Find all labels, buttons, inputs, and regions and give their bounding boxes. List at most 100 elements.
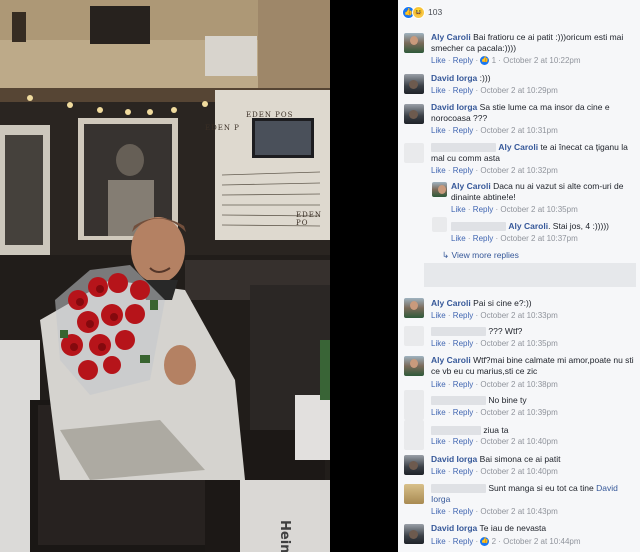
comment-actions: Like · Reply · October 2 at 10:33pm xyxy=(431,311,558,320)
comment-text: Sunt manga si eu tot ca tine xyxy=(488,483,594,493)
reply-link[interactable]: Reply xyxy=(453,408,473,417)
view-more-replies-link[interactable]: ↳ View more replies xyxy=(442,250,519,261)
comment-actions: Like · Reply · October 2 at 10:39pm xyxy=(431,408,558,417)
reply-link[interactable]: Reply xyxy=(453,86,473,95)
reply-link[interactable]: Reply xyxy=(453,166,473,175)
comment-actions: Like · Reply · October 2 at 10:35pm xyxy=(451,205,578,214)
comment-author[interactable]: David Iorga xyxy=(431,523,477,533)
reply-link[interactable]: Reply xyxy=(453,507,473,516)
like-count-icon: 👍 xyxy=(480,56,490,66)
comment-mention[interactable]: Aly Caroli xyxy=(498,142,538,152)
reaction-summary[interactable]: 👍 😆 103 xyxy=(402,5,442,19)
comment-time[interactable]: October 2 at 10:43pm xyxy=(480,507,557,516)
sign-heineken: Heineke xyxy=(277,520,292,552)
sign-eden-2: EDEN POS xyxy=(246,111,294,119)
avatar[interactable] xyxy=(404,33,424,53)
like-link[interactable]: Like xyxy=(431,86,446,95)
comment-text: :))) xyxy=(479,73,491,83)
comment-author[interactable]: Aly Caroli xyxy=(431,298,471,308)
comment-time[interactable]: October 2 at 10:35pm xyxy=(500,205,577,214)
comment-author[interactable]: Aly Caroli xyxy=(451,181,491,191)
comment-text: Bai simona ce ai patit xyxy=(479,454,561,464)
comment-author[interactable]: Aly Caroli xyxy=(431,355,471,365)
reply-link[interactable]: Reply xyxy=(453,380,473,389)
like-link[interactable]: Like xyxy=(431,339,446,348)
comment-time[interactable]: October 2 at 10:37pm xyxy=(500,234,577,243)
comment-time[interactable]: October 2 at 10:32pm xyxy=(480,166,557,175)
reply-body: Aly Caroli. Stai jos, 4 :))))) xyxy=(451,221,636,232)
comment-time[interactable]: October 2 at 10:38pm xyxy=(480,380,557,389)
like-link[interactable]: Like xyxy=(431,126,446,135)
like-link[interactable]: Like xyxy=(431,408,446,417)
reply-link[interactable]: Reply xyxy=(473,205,493,214)
avatar[interactable] xyxy=(404,143,424,163)
comment-actions: Like · Reply · October 2 at 10:31pm xyxy=(431,126,558,135)
like-link[interactable]: Like xyxy=(431,166,446,175)
comment-body: No bine ty xyxy=(431,395,636,406)
like-link[interactable]: Like xyxy=(451,234,466,243)
photo[interactable]: EDEN P EDEN POS EDEN PO Heineke xyxy=(0,0,330,552)
like-count[interactable]: 2 xyxy=(492,537,496,546)
reply-link[interactable]: Reply xyxy=(473,234,493,243)
avatar[interactable] xyxy=(404,104,424,124)
comment-author[interactable]: David Iorga xyxy=(431,454,477,464)
reply-link[interactable]: Reply xyxy=(453,126,473,135)
comment-time[interactable]: October 2 at 10:33pm xyxy=(480,311,557,320)
like-link[interactable]: Like xyxy=(431,380,446,389)
comment-time[interactable]: October 2 at 10:29pm xyxy=(480,86,557,95)
comment-body: Aly Caroli te ai înecat ca țiganu la mal… xyxy=(431,142,636,164)
comments-panel: 👍 😆 103 Aly Caroli Bai fratioru ce ai pa… xyxy=(398,0,640,552)
comment-author[interactable]: David Iorga xyxy=(431,73,477,83)
avatar[interactable] xyxy=(404,484,424,504)
like-link[interactable]: Like xyxy=(431,437,446,446)
comment-actions: Like · Reply · October 2 at 10:37pm xyxy=(451,234,578,243)
comment-time[interactable]: October 2 at 10:44pm xyxy=(503,537,580,546)
sign-eden-1: EDEN P xyxy=(205,124,240,132)
like-link[interactable]: Like xyxy=(431,311,446,320)
avatar[interactable] xyxy=(404,420,424,450)
avatar[interactable] xyxy=(404,298,424,318)
comment-time[interactable]: October 2 at 10:35pm xyxy=(480,339,557,348)
like-link[interactable]: Like xyxy=(431,467,446,476)
like-count[interactable]: 1 xyxy=(492,56,496,65)
avatar[interactable] xyxy=(432,217,447,232)
redacted-name xyxy=(431,143,496,153)
reply-link[interactable]: Reply xyxy=(453,56,473,65)
avatar[interactable] xyxy=(404,390,424,420)
like-link[interactable]: Like xyxy=(431,537,446,546)
avatar[interactable] xyxy=(404,455,424,475)
comment-time[interactable]: October 2 at 10:22pm xyxy=(503,56,580,65)
avatar[interactable] xyxy=(404,74,424,94)
comment-time[interactable]: October 2 at 10:39pm xyxy=(480,408,557,417)
like-link[interactable]: Like xyxy=(431,507,446,516)
like-link[interactable]: Like xyxy=(431,56,446,65)
redacted-name xyxy=(431,484,486,494)
reply-link[interactable]: Reply xyxy=(453,339,473,348)
avatar[interactable] xyxy=(404,356,424,376)
reply-link[interactable]: Reply xyxy=(453,537,473,546)
avatar[interactable] xyxy=(432,182,447,197)
view-more-label: View more replies xyxy=(451,250,519,260)
redacted-area xyxy=(424,263,636,287)
comment-author[interactable]: David Iorga xyxy=(431,102,477,112)
comment-mention[interactable]: Aly Caroli xyxy=(508,221,548,231)
like-link[interactable]: Like xyxy=(451,205,466,214)
comment-actions: Like · Reply · October 2 at 10:29pm xyxy=(431,86,558,95)
avatar[interactable] xyxy=(404,326,424,346)
redacted-name xyxy=(451,222,506,232)
comment-time[interactable]: October 2 at 10:40pm xyxy=(480,467,557,476)
reply-link[interactable]: Reply xyxy=(453,467,473,476)
reply-link[interactable]: Reply xyxy=(453,311,473,320)
lightbox-gutter xyxy=(330,0,398,552)
comment-time[interactable]: October 2 at 10:31pm xyxy=(480,126,557,135)
reply-body: Aly Caroli Daca nu ai vazut si alte com-… xyxy=(451,181,636,203)
redacted-name xyxy=(431,327,486,337)
comment-time[interactable]: October 2 at 10:40pm xyxy=(480,437,557,446)
redacted-name xyxy=(431,426,481,436)
comment-author[interactable]: Aly Caroli xyxy=(431,32,471,42)
comment-text: . Stai jos, 4 :))))) xyxy=(548,221,609,231)
redacted-name xyxy=(431,396,486,406)
reply-link[interactable]: Reply xyxy=(453,437,473,446)
comment-body: ??? Wtf? xyxy=(431,326,636,337)
avatar[interactable] xyxy=(404,524,424,544)
